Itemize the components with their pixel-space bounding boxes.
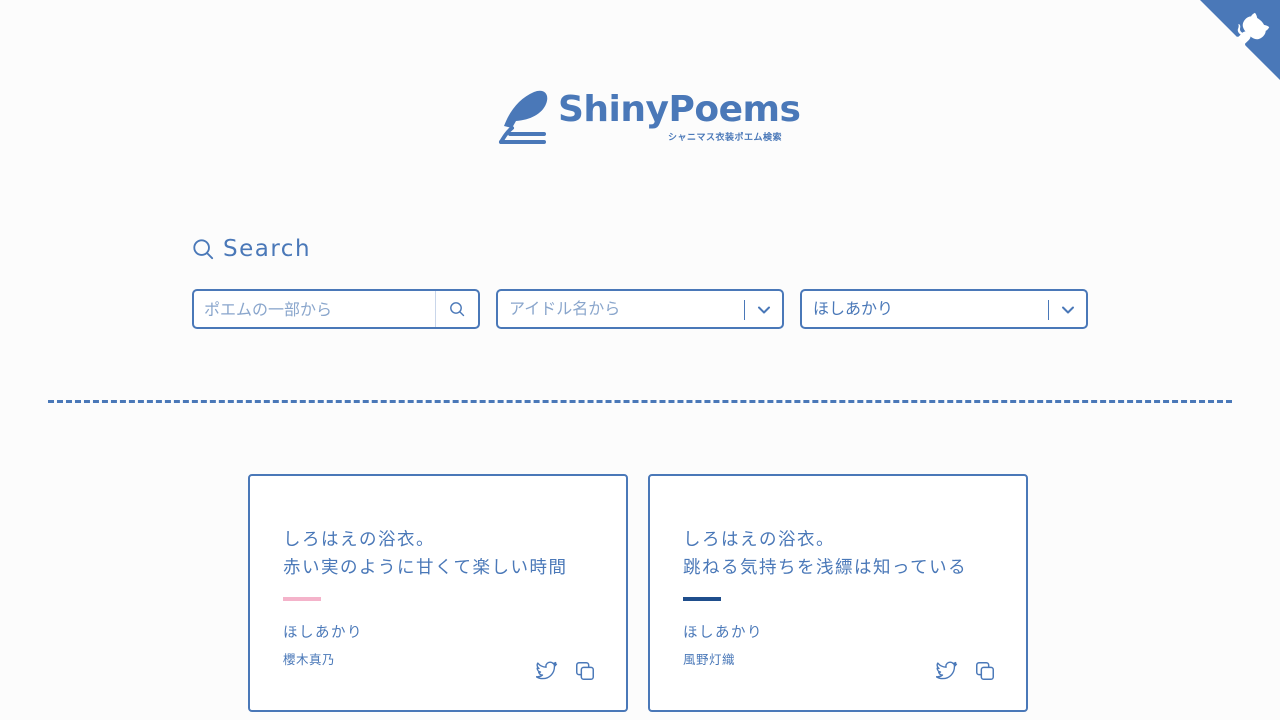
select-separator <box>1048 300 1049 320</box>
poem-text: しろはえの浴衣。 赤い実のように甘くて楽しい時間 <box>283 526 603 582</box>
logo-title: ShinyPoems <box>558 89 801 130</box>
twitter-share-icon[interactable] <box>936 660 958 682</box>
search-icon <box>193 239 214 260</box>
costume-name: ほしあかり <box>683 625 763 641</box>
poem-search-input[interactable] <box>194 291 454 327</box>
poem-search-button[interactable] <box>435 291 478 327</box>
idol-select[interactable]: アイドル名から <box>496 289 784 329</box>
poem-line: 赤い実のように甘くて楽しい時間 <box>283 558 568 578</box>
copy-icon[interactable] <box>974 660 996 682</box>
idol-color-bar <box>283 597 321 601</box>
idol-color-bar <box>683 597 721 601</box>
twitter-share-icon[interactable] <box>536 660 558 682</box>
logo[interactable]: ShinyPoems シャニマス衣装ポエム検索 <box>498 86 801 146</box>
poem-card: しろはえの浴衣。 赤い実のように甘くて楽しい時間 ほしあかり 櫻木真乃 <box>248 474 628 712</box>
github-corner-link[interactable] <box>1200 0 1280 80</box>
chevron-down-icon[interactable] <box>756 302 772 318</box>
github-octocat-icon <box>1200 0 1280 80</box>
search-icon <box>450 302 465 317</box>
chevron-down-icon[interactable] <box>1060 302 1076 318</box>
costume-name: ほしあかり <box>283 625 363 641</box>
search-heading-label: Search <box>223 236 312 262</box>
costume-select[interactable]: ほしあかり <box>800 289 1088 329</box>
section-divider <box>48 400 1232 403</box>
card-actions <box>536 660 596 682</box>
poem-line: 跳ねる気持ちを浅縹は知っている <box>683 558 968 578</box>
copy-icon[interactable] <box>574 660 596 682</box>
quill-pen-icon <box>499 90 548 144</box>
poem-line: しろはえの浴衣。 <box>283 530 435 550</box>
idol-name: 櫻木真乃 <box>283 652 336 667</box>
idol-name: 風野灯織 <box>683 652 736 667</box>
search-heading: Search <box>192 234 311 264</box>
card-actions <box>936 660 996 682</box>
logo-subtitle: シャニマス衣装ポエム検索 <box>667 133 782 143</box>
poem-search-field <box>192 289 480 329</box>
select-separator <box>744 300 745 320</box>
poem-card: しろはえの浴衣。 跳ねる気持ちを浅縹は知っている ほしあかり 風野灯織 <box>648 474 1028 712</box>
poem-line: しろはえの浴衣。 <box>683 530 835 550</box>
costume-select-value: ほしあかり <box>813 299 894 318</box>
page: ShinyPoems シャニマス衣装ポエム検索 Search アイドル名から ほ… <box>0 0 1280 720</box>
poem-text: しろはえの浴衣。 跳ねる気持ちを浅縹は知っている <box>683 526 1003 582</box>
idol-select-placeholder: アイドル名から <box>509 299 621 318</box>
